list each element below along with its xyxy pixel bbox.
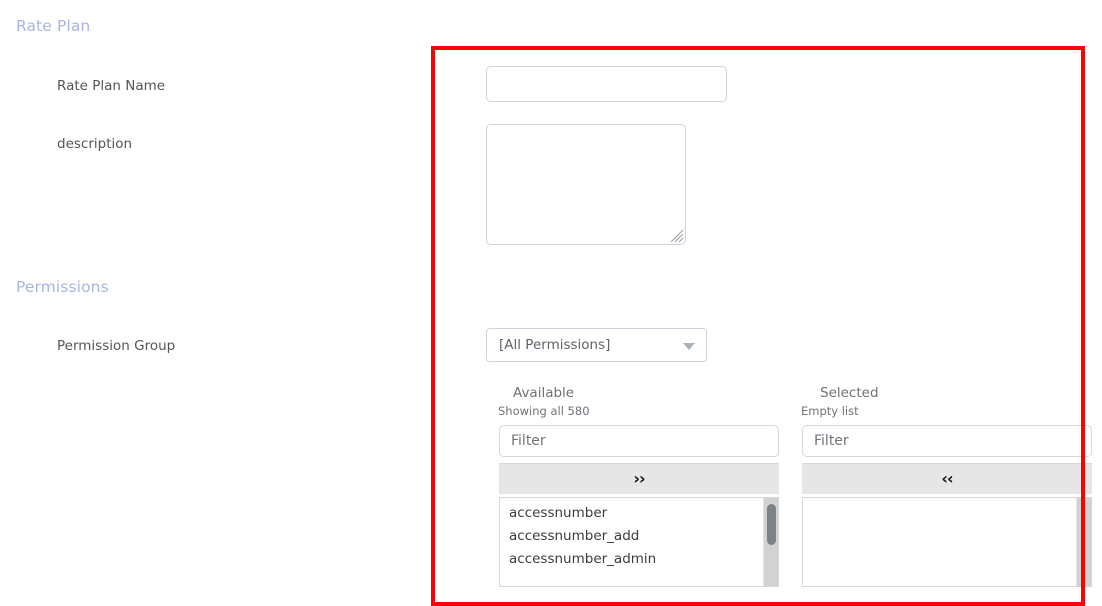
section-heading-permissions: Permissions xyxy=(16,278,109,296)
selected-list[interactable] xyxy=(803,498,1075,502)
permission-group-selected-value: [All Permissions] xyxy=(499,337,611,353)
chevron-down-icon xyxy=(683,343,695,350)
list-item[interactable]: accessnumber_add xyxy=(500,525,762,548)
scrollbar-thumb[interactable] xyxy=(767,504,776,545)
list-item[interactable]: accessnumber_admin xyxy=(500,548,762,571)
selected-list-title: Selected xyxy=(820,385,879,401)
section-heading-rate-plan: Rate Plan xyxy=(16,17,91,35)
rate-plan-name-input[interactable] xyxy=(486,66,727,102)
label-rate-plan-name: Rate Plan Name xyxy=(57,78,166,94)
label-permission-group: Permission Group xyxy=(57,338,176,354)
list-item[interactable]: accessnumber xyxy=(500,502,762,525)
available-list-subtitle: Showing all 580 xyxy=(498,404,590,418)
selected-list-scrollbar[interactable] xyxy=(1076,498,1091,586)
description-textarea[interactable] xyxy=(486,124,686,245)
selected-list-subtitle: Empty list xyxy=(801,404,859,418)
available-list[interactable]: accessnumber accessnumber_add accessnumber… xyxy=(500,498,762,571)
available-filter-input[interactable] xyxy=(499,425,779,457)
available-list-title: Available xyxy=(513,385,575,401)
move-to-selected-button[interactable]: ›› xyxy=(499,463,779,494)
move-to-available-button[interactable]: ‹‹ xyxy=(802,463,1092,494)
permission-group-select[interactable]: [All Permissions] xyxy=(486,328,707,362)
available-list-scrollbar[interactable] xyxy=(763,498,778,586)
label-description: description xyxy=(57,136,133,152)
selected-filter-input[interactable] xyxy=(802,425,1092,457)
